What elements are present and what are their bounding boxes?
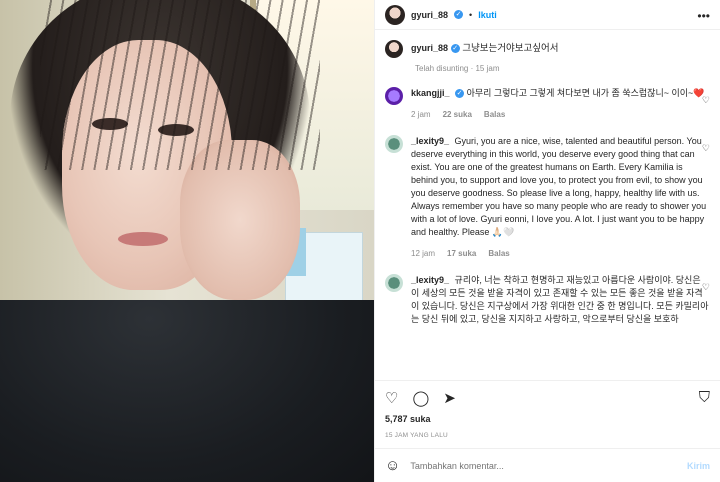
verified-icon: ✓	[450, 43, 460, 53]
comment-username[interactable]: kkangjji_	[411, 88, 450, 98]
separator-dot: •	[469, 9, 473, 20]
comments-scroll[interactable]: gyuri_88 ✓ 그냥보는거야보고싶어서 Telah disunting ·…	[375, 30, 720, 380]
comment-username[interactable]: _lexity9_	[411, 275, 449, 285]
comment-item: _lexity9_ Gyuri, you are a nice, wise, t…	[385, 135, 710, 260]
emoji-icon[interactable]: ☺	[385, 457, 400, 474]
verified-icon: ✓	[454, 10, 464, 19]
post-photo[interactable]	[0, 0, 374, 482]
post-header: gyuri_88 ✓ • Ikuti •••	[375, 0, 720, 30]
header-username[interactable]: gyuri_88	[411, 10, 448, 20]
heart-icon[interactable]: ♡	[702, 95, 710, 106]
bookmark-icon[interactable]: ⛉	[699, 389, 710, 406]
caption-meta: Telah disunting · 15 jam	[415, 64, 500, 73]
avatar[interactable]	[385, 274, 403, 292]
comment-text: 아무리 그렇다고 그렇게 쳐다보면 내가 좀 쑥스럽잖니~ 이이~❤️	[466, 88, 705, 98]
comment-body: _lexity9_ Gyuri, you are a nice, wise, t…	[411, 135, 710, 260]
comment-text: 규리야, 너는 착하고 현명하고 재능있고 아름다운 사람이야. 당신은 이 세…	[411, 275, 709, 324]
reply-button[interactable]: Balas	[484, 108, 505, 121]
add-comment-bar: ☺ Kirim	[375, 448, 720, 482]
reply-button[interactable]: Balas	[488, 247, 509, 260]
post-caption: gyuri_88 ✓ 그냥보는거야보고싶어서	[385, 40, 710, 58]
avatar[interactable]	[385, 135, 403, 153]
follow-button[interactable]: Ikuti	[478, 10, 497, 20]
comment-icon[interactable]: ◯	[412, 389, 429, 407]
caption-username[interactable]: gyuri_88	[411, 43, 448, 53]
heart-icon[interactable]: ♡	[702, 143, 710, 154]
heart-icon[interactable]: ♡	[385, 389, 398, 407]
posted-ago: 15 JAM YANG LALU	[385, 432, 448, 439]
comment-username[interactable]: _lexity9_	[411, 136, 449, 146]
comment-likes[interactable]: 22 suka	[443, 108, 472, 121]
action-bar: ♡ ◯ ➤ ⛉	[375, 380, 720, 414]
caption-text-wrap: gyuri_88 ✓ 그냥보는거야보고싶어서	[411, 40, 558, 58]
caption-text: 그냥보는거야보고싶어서	[462, 43, 559, 54]
verified-icon: ✓	[455, 89, 465, 99]
photo-hair-strands	[40, 0, 320, 170]
photo-lips	[118, 232, 168, 246]
avatar[interactable]	[385, 87, 403, 105]
heart-icon[interactable]: ♡	[702, 282, 710, 293]
more-icon[interactable]: •••	[697, 9, 710, 23]
instagram-post-view: gyuri_88 ✓ • Ikuti ••• gyuri_88 ✓ 그냥보는거야…	[0, 0, 720, 482]
post-side-panel: gyuri_88 ✓ • Ikuti ••• gyuri_88 ✓ 그냥보는거야…	[374, 0, 720, 482]
likes-count[interactable]: 5,787 suka	[375, 414, 720, 428]
avatar[interactable]	[385, 40, 403, 58]
share-icon[interactable]: ➤	[443, 389, 456, 407]
send-button[interactable]: Kirim	[687, 461, 710, 471]
comment-meta: 2 jam 22 suka Balas	[411, 108, 710, 121]
comment-meta: 12 jam 17 suka Balas	[411, 247, 710, 260]
comment-body: _lexity9_ 규리야, 너는 착하고 현명하고 재능있고 아름다운 사람이…	[411, 274, 710, 326]
comment-text: Gyuri, you are a nice, wise, talented an…	[411, 136, 707, 237]
comment-input[interactable]	[410, 460, 677, 471]
comment-time[interactable]: 2 jam	[411, 108, 431, 121]
comment-item: _lexity9_ 규리야, 너는 착하고 현명하고 재능있고 아름다운 사람이…	[385, 274, 710, 326]
avatar[interactable]	[385, 4, 405, 25]
photo-shirt	[0, 300, 374, 482]
comment-item: kkangjji_ ✓ 아무리 그렇다고 그렇게 쳐다보면 내가 좀 쑥스럽잖니…	[385, 87, 710, 121]
comment-likes[interactable]: 17 suka	[447, 247, 476, 260]
comment-body: kkangjji_ ✓ 아무리 그렇다고 그렇게 쳐다보면 내가 좀 쑥스럽잖니…	[411, 87, 710, 121]
comment-time[interactable]: 12 jam	[411, 247, 435, 260]
